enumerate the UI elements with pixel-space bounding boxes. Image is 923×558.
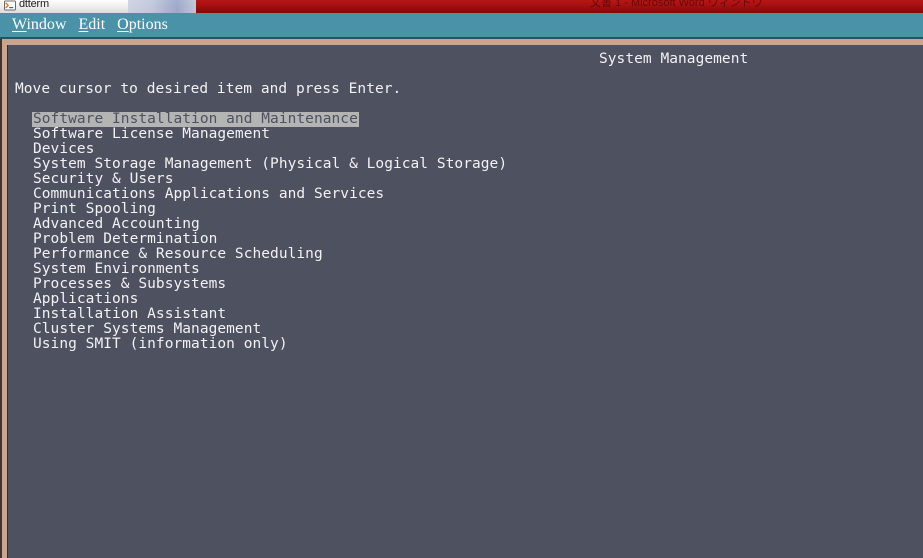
smit-menu-item[interactable]: Installation Assistant [8, 307, 923, 322]
smit-menu-item-label: Installation Assistant [33, 306, 227, 322]
smit-menu-item-label: Problem Determination [33, 231, 218, 247]
smit-menu-item-label: System Environments [33, 261, 200, 277]
taskbar-window-group[interactable] [128, 0, 196, 13]
smit-menu-item-label: Security & Users [33, 171, 174, 187]
smit-menu-item-label: Software Installation and Maintenance [32, 111, 359, 127]
smit-menu-item-label: Using SMIT (information only) [33, 336, 288, 352]
smit-menu-item[interactable]: Devices [8, 142, 923, 157]
smit-menu-item-label: Communications Applications and Services [33, 186, 385, 202]
smit-menu-item[interactable]: Performance & Resource Scheduling [8, 247, 923, 262]
smit-menu-item[interactable]: Using SMIT (information only) [8, 337, 923, 352]
smit-menu-item-label: Applications [33, 291, 139, 307]
terminal-screen[interactable]: System Management Move cursor to desired… [7, 45, 923, 558]
smit-menu-item[interactable]: Cluster Systems Management [8, 322, 923, 337]
menu-window-label: indow [26, 16, 67, 33]
smit-menu-item[interactable]: Software Installation and Maintenance [8, 112, 923, 127]
smit-menu-item-label: Processes & Subsystems [33, 276, 227, 292]
smit-menu-item-label: Print Spooling [33, 201, 156, 217]
smit-menu-item[interactable]: Software License Management [8, 127, 923, 142]
smit-screen-title: System Management [599, 51, 749, 67]
menu-window-mnemonic: W [12, 16, 27, 33]
smit-menu-item-label: Cluster Systems Management [33, 321, 262, 337]
menu-edit[interactable]: Edit [72, 13, 111, 37]
smit-instruction: Move cursor to desired item and press En… [15, 81, 402, 97]
background-window-title: 文書 1 - Microsoft Word ウィンドウ [590, 0, 763, 9]
smit-menu-item-label: Devices [33, 141, 95, 157]
menu-options[interactable]: Options [111, 13, 174, 37]
smit-menu-item-label: Software License Management [33, 126, 271, 142]
smit-menu-list: Software Installation and Maintenance Sof… [8, 112, 923, 352]
desktop-titlebar: dtterm 文書 1 - Microsoft Word ウィンドウ [0, 0, 923, 13]
smit-menu-item[interactable]: Advanced Accounting [8, 217, 923, 232]
smit-menu-item-label: System Storage Management (Physical & Lo… [33, 156, 508, 172]
dtterm-taskbar-entry[interactable]: dtterm [0, 0, 196, 13]
terminal-app-icon [4, 0, 16, 10]
smit-menu-item[interactable]: Problem Determination [8, 232, 923, 247]
smit-menu-item[interactable]: Communications Applications and Services [8, 187, 923, 202]
dtterm-window: Window Edit Options System Management Mo… [0, 13, 923, 558]
smit-menu-item[interactable]: Print Spooling [8, 202, 923, 217]
smit-menu-item[interactable]: System Storage Management (Physical & Lo… [8, 157, 923, 172]
terminal-frame: System Management Move cursor to desired… [0, 39, 923, 558]
menu-window[interactable]: Window [6, 13, 72, 37]
smit-menu-item[interactable]: Processes & Subsystems [8, 277, 923, 292]
smit-menu-item-label: Performance & Resource Scheduling [33, 246, 323, 262]
menu-edit-label: dit [88, 16, 106, 33]
desktop-app-title: dtterm [19, 0, 49, 10]
smit-menu-item-label: Advanced Accounting [33, 216, 200, 232]
smit-menu-item[interactable]: Security & Users [8, 172, 923, 187]
menubar: Window Edit Options [0, 13, 923, 39]
menu-edit-mnemonic: E [78, 16, 89, 33]
smit-menu-item[interactable]: System Environments [8, 262, 923, 277]
menu-options-label: ptions [128, 16, 168, 33]
menu-options-mnemonic: O [117, 16, 129, 33]
smit-menu-item[interactable]: Applications [8, 292, 923, 307]
background-window-titlebar[interactable]: 文書 1 - Microsoft Word ウィンドウ [196, 0, 923, 13]
